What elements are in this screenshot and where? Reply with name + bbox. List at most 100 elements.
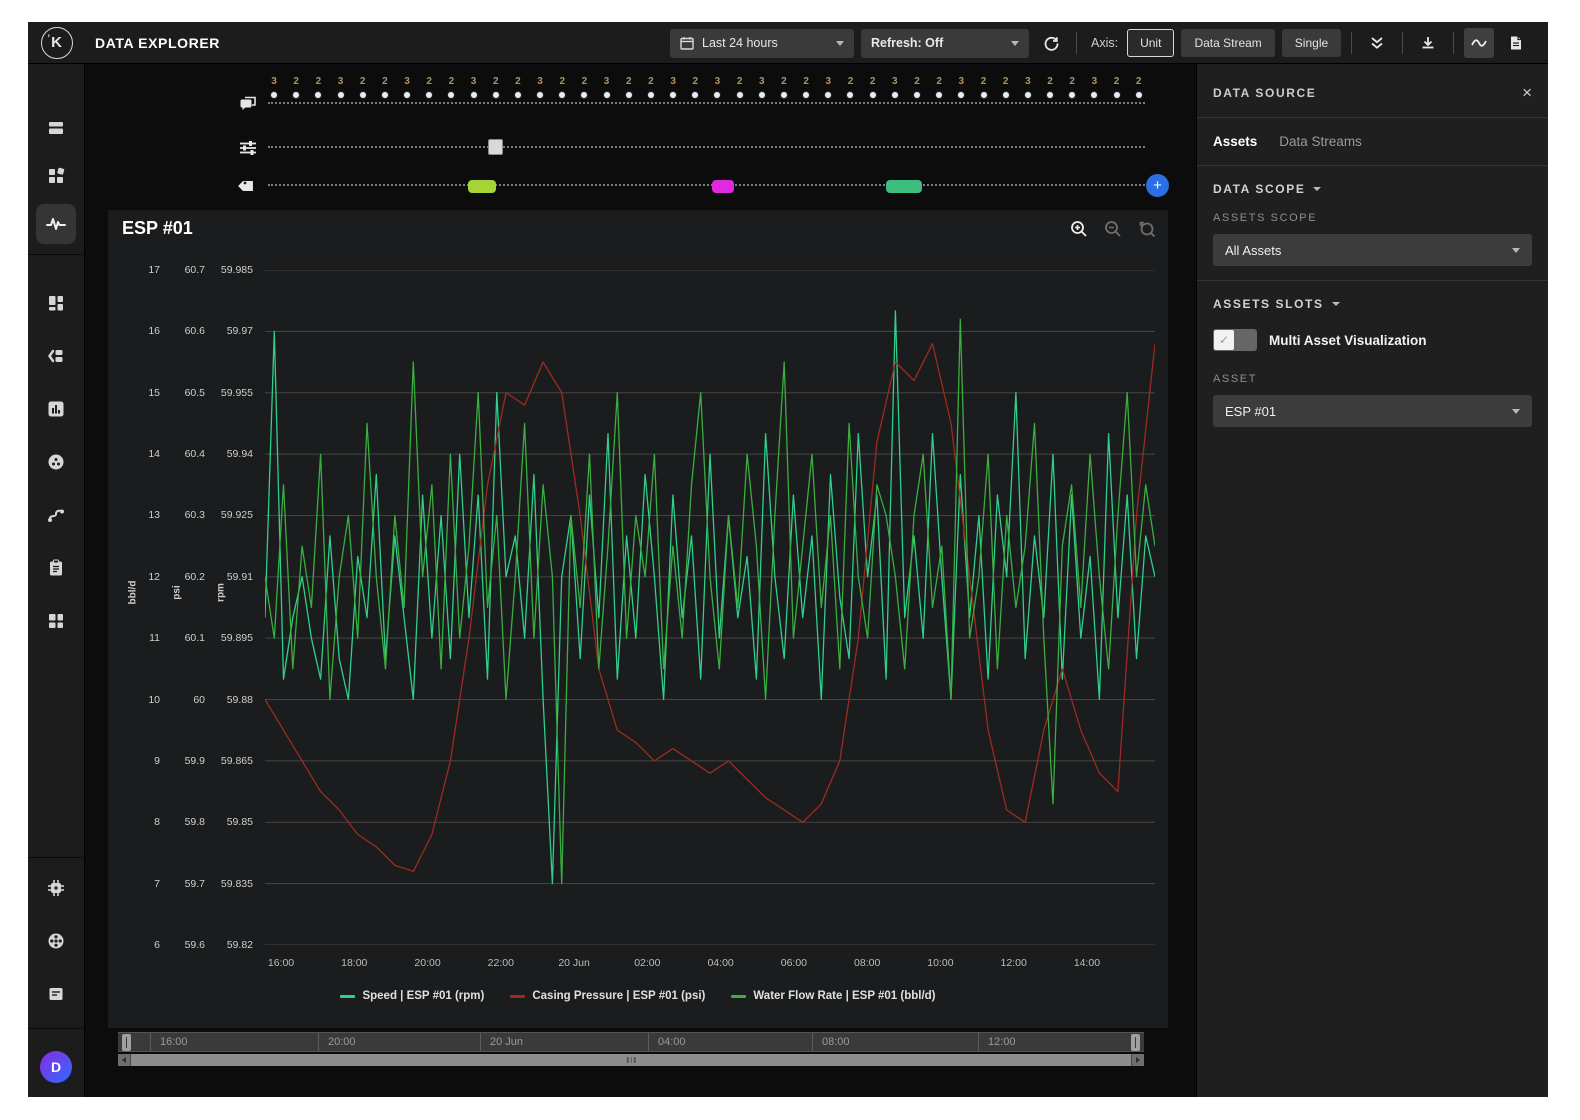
sidebar-item-logs[interactable]: [36, 974, 76, 1014]
control-change-marker[interactable]: [488, 139, 503, 155]
annotation-marker[interactable]: 3: [335, 77, 347, 99]
annotation-marker[interactable]: 2: [933, 77, 945, 99]
legend-item[interactable]: Casing Pressure | ESP #01 (psi): [510, 990, 705, 1002]
annotation-marker[interactable]: 2: [312, 77, 324, 99]
annotation-marker[interactable]: 3: [468, 77, 480, 99]
download-button[interactable]: [1413, 28, 1443, 58]
tag-pill[interactable]: [886, 180, 922, 193]
annotation-marker[interactable]: 3: [667, 77, 679, 99]
sidebar-item-apps-manager[interactable]: [36, 601, 76, 641]
sidebar-item-dashboards[interactable]: [36, 283, 76, 323]
annotation-marker[interactable]: 2: [978, 77, 990, 99]
axis-data-stream-button[interactable]: Data Stream: [1181, 29, 1274, 57]
sidebar-item-clusters[interactable]: [36, 921, 76, 961]
minimap-right-handle[interactable]: [1131, 1034, 1140, 1051]
collapse-panels-button[interactable]: [1362, 28, 1392, 58]
annotation-marker[interactable]: 3: [1088, 77, 1100, 99]
legend-item[interactable]: Speed | ESP #01 (rpm): [340, 990, 484, 1002]
annotation-marker[interactable]: 2: [1133, 77, 1145, 99]
y-tick-label: 6: [126, 938, 160, 952]
annotation-marker[interactable]: 2: [379, 77, 391, 99]
annotation-marker[interactable]: 3: [756, 77, 768, 99]
annotation-marker[interactable]: 3: [534, 77, 546, 99]
time-range-minimap[interactable]: 16:0020:0020 Jun04:0008:0012:00: [118, 1032, 1144, 1052]
annotation-marker[interactable]: 3: [1022, 77, 1034, 99]
refresh-button[interactable]: [1036, 28, 1066, 58]
tab-data-streams[interactable]: Data Streams: [1279, 134, 1362, 149]
annotation-marker[interactable]: 2: [490, 77, 502, 99]
sidebar-item-applications[interactable]: [36, 156, 76, 196]
refresh-value: Refresh: Off: [871, 36, 943, 50]
zoom-out-icon[interactable]: [1104, 220, 1122, 238]
annotation-marker[interactable]: 2: [1044, 77, 1056, 99]
annotation-marker[interactable]: 2: [1111, 77, 1123, 99]
zoom-in-icon[interactable]: [1070, 220, 1088, 238]
annotation-marker[interactable]: 2: [423, 77, 435, 99]
annotation-marker[interactable]: 3: [268, 77, 280, 99]
time-range-select[interactable]: Last 24 hours: [670, 29, 854, 58]
refresh-select[interactable]: Refresh: Off: [861, 29, 1029, 58]
annotation-marker[interactable]: 2: [867, 77, 879, 99]
annotation-marker[interactable]: 2: [357, 77, 369, 99]
close-panel-button[interactable]: ×: [1522, 84, 1532, 101]
comments-icon[interactable]: [236, 92, 260, 116]
tag-pill[interactable]: [468, 180, 496, 193]
annotation-marker[interactable]: 3: [401, 77, 413, 99]
refresh-icon: [1043, 35, 1060, 52]
minimap-separator: [318, 1033, 319, 1051]
annotation-marker[interactable]: 2: [512, 77, 524, 99]
minimap-time-label: 20:00: [328, 1036, 356, 1048]
tag-pill[interactable]: [712, 180, 734, 193]
annotation-marker[interactable]: 2: [911, 77, 923, 99]
user-avatar[interactable]: D: [40, 1051, 72, 1083]
annotation-marker[interactable]: 2: [778, 77, 790, 99]
annotation-marker[interactable]: 2: [623, 77, 635, 99]
multi-asset-toggle[interactable]: ✓: [1213, 329, 1257, 351]
control-changes-icon[interactable]: [236, 136, 260, 160]
annotation-marker[interactable]: 2: [734, 77, 746, 99]
legend-item[interactable]: Water Flow Rate | ESP #01 (bbl/d): [731, 990, 935, 1002]
scroll-right-button[interactable]: [1132, 1054, 1144, 1066]
assets-scope-select[interactable]: All Assets: [1213, 234, 1532, 266]
line-chart-view-button[interactable]: [1464, 28, 1494, 58]
annotation-marker[interactable]: 2: [844, 77, 856, 99]
scrollbar-thumb[interactable]: [131, 1054, 1131, 1066]
sidebar-item-control[interactable]: [36, 442, 76, 482]
tag-icon[interactable]: [236, 174, 260, 198]
horizontal-scrollbar[interactable]: [118, 1054, 1144, 1066]
annotation-marker[interactable]: 2: [800, 77, 812, 99]
sidebar-item-workflows[interactable]: [36, 495, 76, 535]
y-tick-label: 7: [126, 877, 160, 891]
sidebar-item-analytics[interactable]: [36, 389, 76, 429]
zoom-reset-icon[interactable]: [1138, 220, 1156, 238]
sidebar-item-assets[interactable]: [36, 108, 76, 148]
data-scope-section-header[interactable]: DATA SCOPE: [1197, 166, 1548, 206]
annotation-marker[interactable]: 2: [689, 77, 701, 99]
sidebar-item-system[interactable]: [36, 868, 76, 908]
sidebar-item-components[interactable]: [36, 336, 76, 376]
annotation-marker[interactable]: 2: [1000, 77, 1012, 99]
annotation-marker[interactable]: 2: [290, 77, 302, 99]
axis-single-button[interactable]: Single: [1282, 29, 1341, 57]
scroll-left-button[interactable]: [118, 1054, 130, 1066]
annotation-marker[interactable]: 3: [889, 77, 901, 99]
sidebar-item-data-explorer[interactable]: [36, 204, 76, 244]
annotation-marker[interactable]: 2: [556, 77, 568, 99]
annotation-marker[interactable]: 2: [1066, 77, 1078, 99]
axis-unit-button[interactable]: Unit: [1127, 29, 1174, 57]
plot-area[interactable]: [265, 270, 1155, 945]
tab-assets[interactable]: Assets: [1213, 134, 1257, 149]
assets-slots-section-header[interactable]: ASSETS SLOTS: [1197, 281, 1548, 321]
annotation-marker[interactable]: 2: [445, 77, 457, 99]
asset-select[interactable]: ESP #01: [1213, 395, 1532, 427]
annotation-marker[interactable]: 3: [822, 77, 834, 99]
minimap-left-handle[interactable]: [122, 1034, 131, 1051]
annotation-marker[interactable]: 3: [955, 77, 967, 99]
annotation-marker[interactable]: 2: [645, 77, 657, 99]
report-button[interactable]: [1501, 28, 1531, 58]
add-annotation-button[interactable]: +: [1146, 174, 1169, 197]
sidebar-item-tasks[interactable]: [36, 548, 76, 588]
annotation-marker[interactable]: 3: [711, 77, 723, 99]
annotation-marker[interactable]: 3: [601, 77, 613, 99]
annotation-marker[interactable]: 2: [578, 77, 590, 99]
